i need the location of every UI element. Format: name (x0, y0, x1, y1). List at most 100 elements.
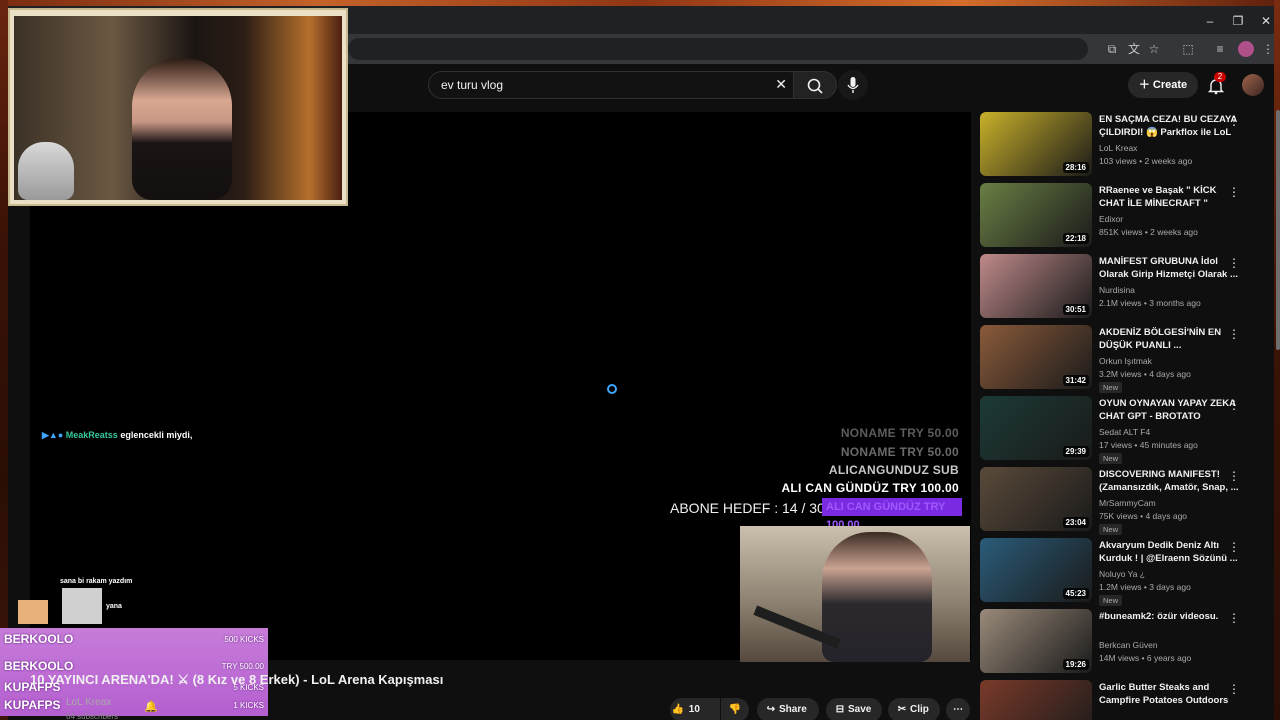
kick-row: BERKOOLO 500 KICKS (0, 632, 268, 647)
recommended-video-title[interactable]: Garlic Butter Steaks and Campfire Potato… (1099, 681, 1239, 707)
thumbs-up-icon: 👍 (671, 704, 685, 715)
voice-search-button[interactable] (838, 70, 868, 100)
stream-chat-message: ▶▲● MeakReatss eglencekli miydi, (42, 430, 192, 441)
more-options-icon[interactable]: ⋮ (1228, 256, 1240, 270)
close-window-icon[interactable]: ✕ (1254, 12, 1278, 30)
video-duration: 31:42 (1062, 375, 1089, 386)
video-thumbnail[interactable]: 28:16 (980, 112, 1092, 176)
new-badge: New (1099, 524, 1123, 535)
video-thumbnail[interactable] (980, 680, 1092, 720)
video-thumbnail[interactable]: 31:42 (980, 325, 1092, 389)
kick-name: KUPAFPS (4, 698, 61, 712)
recommended-channel-name[interactable]: Edixor (1099, 214, 1123, 224)
clip-button[interactable]: ✂ Clip (888, 698, 940, 720)
recommended-video-title[interactable]: Akvaryum Dedik Deniz Altı Kurduk ! | @El… (1099, 539, 1239, 565)
extensions-icon[interactable]: ⬚ (1180, 41, 1196, 57)
video-duration: 28:16 (1062, 162, 1089, 173)
recommended-channel-name[interactable]: Sedat ALT F4 (1099, 427, 1150, 437)
more-options-icon[interactable]: ⋮ (1228, 611, 1240, 625)
video-thumbnail[interactable]: 22:18 (980, 183, 1092, 247)
video-duration: 30:51 (1062, 304, 1089, 315)
subscriber-goal-bar: ALI CAN GÜNDÜZ TRY 100.00 (822, 498, 962, 531)
video-duration: 19:26 (1062, 659, 1089, 670)
maximize-icon[interactable]: ❐ (1226, 12, 1250, 30)
scrollbar[interactable] (1276, 110, 1280, 350)
more-options-icon[interactable]: ⋮ (1228, 114, 1240, 128)
search-input[interactable]: ev turu vlog ✕ (428, 71, 794, 99)
video-thumbnail[interactable]: 23:04 (980, 467, 1092, 531)
minimize-icon[interactable]: – (1198, 12, 1222, 30)
recommended-video-title[interactable]: AKDENİZ BÖLGESİ'NİN EN DÜŞÜK PUANLI ... (1099, 326, 1239, 352)
recommended-channel-name[interactable]: MrSammyCam (1099, 498, 1156, 508)
recommended-video-meta: 851K views • 2 weeks ago (1099, 227, 1198, 237)
pixel-cat-overlay (18, 588, 102, 624)
recommended-video[interactable]: 19:26 #buneamk2: özür videosu. Berkcan Güv… (980, 609, 1270, 677)
dislike-button[interactable]: 👎 (721, 698, 749, 720)
video-thumbnail[interactable]: 29:39 (980, 396, 1092, 460)
save-button[interactable]: ⊟ Save (826, 698, 882, 720)
plus-icon: ＋ (1138, 79, 1153, 91)
recommended-video-title[interactable]: EN SAÇMA CEZA! BU CEZAYA ÇILDIRDI! 😱 Par… (1099, 113, 1239, 140)
recommended-video[interactable]: Garlic Butter Steaks and Campfire Potato… (980, 680, 1270, 720)
address-bar[interactable] (348, 38, 1088, 60)
more-options-icon[interactable]: ⋮ (1228, 398, 1240, 412)
recommended-video[interactable]: 29:39 OYUN OYNAYAN YAPAY ZEKA CHAT GPT - … (980, 396, 1270, 464)
recommended-channel-name[interactable]: LoL Kreax (1099, 143, 1137, 153)
profile-icon[interactable] (1238, 41, 1254, 57)
like-button[interactable]: 👍 10 (670, 698, 720, 720)
kick-amount: 500 KICKS (224, 635, 264, 644)
recommended-video-title[interactable]: OYUN OYNAYAN YAPAY ZEKA CHAT GPT - BROTA… (1099, 397, 1239, 423)
recommended-channel-name[interactable]: Orkun Işıtmak (1099, 356, 1152, 366)
recommended-video-title[interactable]: #buneamk2: özür videosu. (1099, 610, 1239, 623)
create-button[interactable]: ＋ Create (1128, 72, 1198, 98)
more-options-icon[interactable]: ⋮ (1228, 327, 1240, 341)
subscriber-goal-text: ABONE HEDEF : 14 / 30 (670, 500, 825, 516)
video-thumbnail[interactable]: 30:51 (980, 254, 1092, 318)
microphone-icon (847, 77, 859, 93)
recommended-video[interactable]: 45:23 Akvaryum Dedik Deniz Altı Kurduk ! … (980, 538, 1270, 606)
clear-search-icon[interactable]: ✕ (775, 76, 787, 93)
recommended-channel-name[interactable]: Nurdisina (1099, 285, 1135, 295)
webcam-feed (14, 16, 342, 200)
more-options-icon[interactable]: ⋮ (1228, 682, 1240, 696)
account-avatar[interactable] (1242, 74, 1264, 96)
donation-line: NONAME TRY 50.00 (840, 426, 959, 440)
new-badge: New (1099, 382, 1123, 393)
channel-name[interactable]: LoL Kreax (66, 697, 111, 708)
recommended-video[interactable]: 28:16 EN SAÇMA CEZA! BU CEZAYA ÇILDIRDI! … (980, 112, 1270, 180)
recommended-channel-name[interactable]: Noluyo Ya ¿ (1099, 569, 1145, 579)
bookmark-star-icon[interactable]: ☆ (1146, 41, 1162, 57)
recommendations-sidebar: 28:16 EN SAÇMA CEZA! BU CEZAYA ÇILDIRDI! … (980, 112, 1274, 720)
browser-menu-icon[interactable]: ⋮ (1260, 41, 1276, 57)
stream-border-right (1274, 0, 1280, 720)
more-icon: ⋯ (953, 704, 963, 715)
recommended-video[interactable]: 23:04 DISCOVERING MANIFEST! (Zamansızdık,… (980, 467, 1270, 535)
recommended-video[interactable]: 22:18 RRaenee ve Başak " KİCK CHAT İLE Mİ… (980, 183, 1270, 251)
recommended-video[interactable]: 31:42 AKDENİZ BÖLGESİ'NİN EN DÜŞÜK PUANLI… (980, 325, 1270, 393)
recommended-channel-name[interactable]: Berkcan Güven (1099, 640, 1158, 650)
share-icon: ↪ (766, 704, 776, 715)
cat-image (18, 142, 74, 200)
video-thumbnail[interactable]: 45:23 (980, 538, 1092, 602)
recommended-video-meta: 1.2M views • 3 days ago (1099, 582, 1191, 592)
recommended-video-title[interactable]: DISCOVERING MANIFEST! (Zamansızdık, Amat… (1099, 468, 1239, 494)
more-actions-button[interactable]: ⋯ (946, 698, 970, 720)
more-options-icon[interactable]: ⋮ (1228, 540, 1240, 554)
cast-icon[interactable]: ⧉ (1104, 41, 1120, 57)
overlay-chat-text: sana bi rakam yazdım (60, 578, 133, 585)
recommended-video[interactable]: 30:51 MANİFEST GRUBUNA İdol Olarak Girip … (980, 254, 1270, 322)
recommended-video-title[interactable]: RRaenee ve Başak " KİCK CHAT İLE MİNECRA… (1099, 184, 1239, 211)
recommended-video-title[interactable]: MANİFEST GRUBUNA İdol Olarak Girip Hizme… (1099, 255, 1239, 281)
more-options-icon[interactable]: ⋮ (1228, 469, 1240, 483)
create-label: Create (1152, 79, 1188, 91)
more-options-icon[interactable]: ⋮ (1228, 185, 1240, 199)
share-button[interactable]: ↪ Share (757, 698, 819, 720)
translate-icon[interactable]: 文 (1126, 41, 1142, 57)
media-control-icon[interactable]: ≡ (1212, 41, 1228, 57)
video-thumbnail[interactable]: 19:26 (980, 609, 1092, 673)
search-button[interactable] (793, 71, 837, 99)
streamer-image (132, 58, 232, 200)
streamer-webcam-top (8, 8, 348, 206)
search-query: ev turu vlog (441, 78, 504, 92)
notification-bell-icon[interactable]: 🔔 (144, 700, 158, 713)
